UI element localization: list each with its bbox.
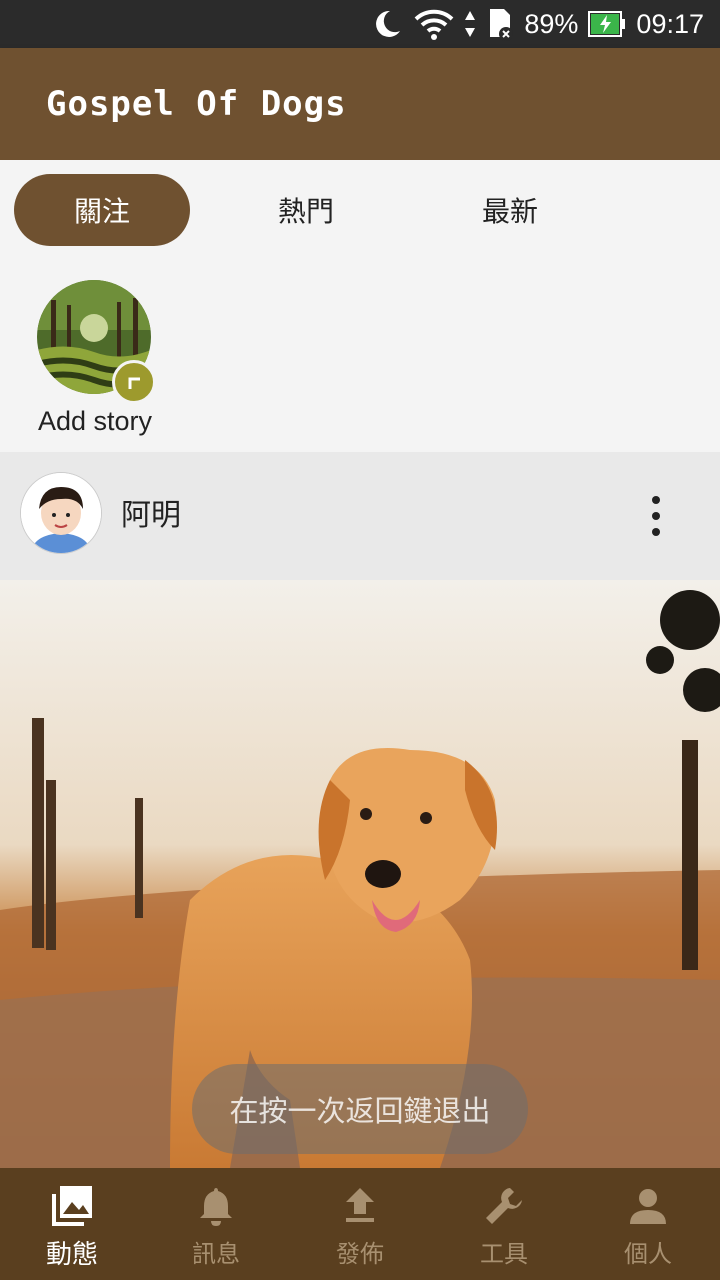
nav-label-messages: 訊息: [192, 1240, 240, 1268]
more-options-icon[interactable]: [642, 496, 670, 536]
add-icon: [128, 377, 140, 389]
nav-item-post[interactable]: 發佈: [288, 1168, 432, 1280]
app-bar: Gospel Of Dogs: [0, 48, 720, 160]
wifi-icon: [414, 9, 454, 40]
post-header: 阿明: [0, 452, 720, 580]
status-bar: 89% 09:17: [0, 0, 720, 48]
app-title: Gospel Of Dogs: [46, 84, 347, 124]
add-story-button[interactable]: [112, 360, 156, 404]
sd-card-icon: [490, 9, 514, 41]
exit-toast: 在按一次返回鍵退出: [192, 1064, 528, 1154]
nav-item-profile[interactable]: 個人: [576, 1168, 720, 1280]
nav-item-messages[interactable]: 訊息: [144, 1168, 288, 1280]
nav-item-tools[interactable]: 工具: [432, 1168, 576, 1280]
clock: 09:17: [636, 8, 704, 39]
data-arrows-icon: [465, 11, 476, 37]
nav-label-tools: 工具: [480, 1240, 528, 1268]
stories-row: Add story: [0, 260, 720, 452]
nav-label-post: 發佈: [336, 1240, 384, 1268]
tab-latest[interactable]: 最新: [422, 174, 598, 246]
bell-icon: [200, 1188, 232, 1226]
photo-library-icon: [52, 1186, 92, 1226]
battery-percent: 89%: [524, 8, 579, 39]
nav-label-profile: 個人: [624, 1240, 672, 1268]
battery-charging-icon: [588, 11, 626, 37]
nav-item-feed[interactable]: 動態: [0, 1168, 144, 1280]
tab-following[interactable]: 關注: [14, 174, 190, 246]
tab-popular[interactable]: 熱門: [218, 174, 394, 246]
nav-label-feed: 動態: [45, 1240, 98, 1270]
moon-icon: [376, 10, 401, 37]
bottom-nav: 動態 訊息 發佈 工具 個人: [0, 1168, 720, 1280]
upload-icon: [346, 1188, 374, 1222]
person-icon: [630, 1189, 666, 1224]
post-username[interactable]: 阿明: [121, 490, 181, 534]
feed-tabs: 關注 熱門 最新: [0, 160, 720, 260]
add-story-label: Add story: [37, 406, 153, 436]
wrench-icon: [486, 1188, 522, 1224]
user-avatar[interactable]: [20, 472, 102, 554]
